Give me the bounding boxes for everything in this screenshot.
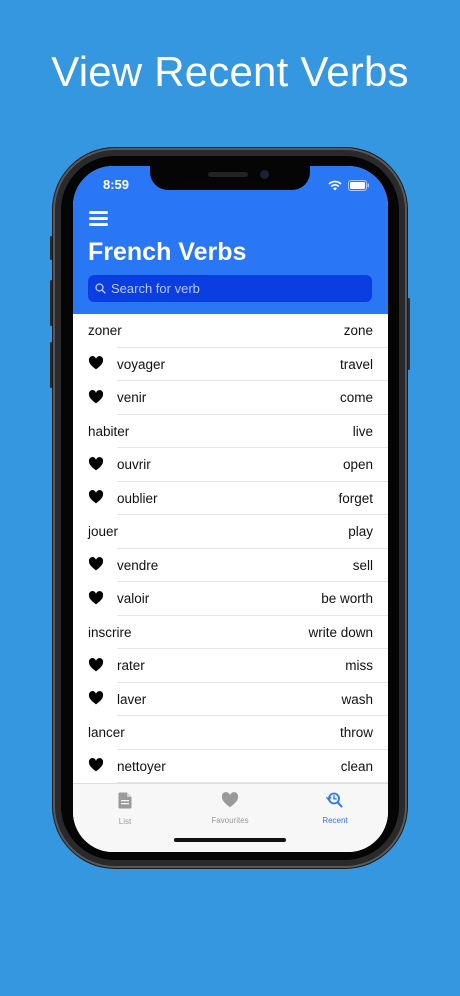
verb-row-left: nettoyer (88, 758, 166, 774)
verb-french: lancer (88, 725, 125, 741)
hamburger-menu-icon[interactable] (89, 211, 108, 226)
verb-row-left: laver (88, 691, 146, 707)
verb-french: ouvrir (117, 457, 151, 473)
favourite-heart-icon[interactable] (88, 758, 106, 774)
verb-row[interactable]: ouvrir open (73, 448, 388, 482)
verb-english: sell (352, 557, 373, 573)
verb-row-left: zoner (88, 323, 122, 338)
favourite-heart-icon[interactable] (88, 490, 106, 506)
favourite-heart-icon[interactable] (88, 557, 106, 573)
verb-row[interactable]: habiter live (73, 415, 388, 449)
verb-row[interactable]: valoir be worth (73, 582, 388, 616)
home-indicator[interactable] (174, 838, 286, 842)
verb-row[interactable]: venir come (73, 381, 388, 415)
verb-row[interactable]: nettoyer clean (73, 750, 388, 784)
verb-row[interactable]: zoner zone (73, 314, 388, 348)
verb-row[interactable]: rater miss (73, 649, 388, 683)
verb-row-left: venir (88, 389, 147, 406)
verb-french: voyager (117, 356, 166, 372)
app-header: 8:59 French Verbs (73, 166, 388, 314)
favourite-heart-icon[interactable] (88, 657, 106, 674)
verb-french: vendre (117, 557, 159, 573)
tab-label-recent: Recent (322, 816, 348, 825)
verb-french: laver (117, 691, 147, 707)
verb-english: clean (340, 758, 373, 774)
tab-label-list: List (118, 817, 132, 826)
heart-icon (221, 792, 239, 812)
verb-row-left: voyager (88, 356, 165, 372)
front-camera (260, 170, 269, 179)
verb-row[interactable]: vendre sell (73, 549, 388, 583)
verb-list: zoner zone voyager travel venir come habiter li… (73, 314, 388, 783)
document-icon (118, 792, 132, 813)
verb-french: oublier (117, 490, 158, 506)
verb-row[interactable]: laver wash (73, 683, 388, 717)
verb-row-left: oublier (88, 490, 158, 506)
verb-french: valoir (117, 591, 150, 607)
verb-row-left: vendre (88, 557, 158, 573)
page-title: French Verbs (88, 238, 247, 266)
tab-favourites[interactable]: Favourites (185, 792, 275, 825)
verb-row-left: lancer (88, 725, 125, 740)
favourite-heart-icon[interactable] (88, 389, 106, 406)
verb-row-left: rater (88, 657, 145, 674)
verb-english: zone (343, 323, 373, 339)
verb-english: live (352, 423, 373, 439)
verb-row[interactable]: voyager travel (73, 348, 388, 382)
verb-english: wash (341, 691, 373, 707)
phone-screen: 8:59 French Verbs Search for verb zoner … (73, 166, 388, 852)
verb-english: miss (345, 658, 373, 674)
verb-row-left: ouvrir (88, 456, 151, 473)
search-icon (95, 283, 106, 294)
speaker (208, 172, 248, 177)
status-icons (328, 178, 370, 196)
verb-row[interactable]: inscrire write down (73, 616, 388, 650)
search-bar[interactable] (88, 275, 372, 302)
favourite-heart-icon[interactable] (88, 691, 106, 707)
verb-french: inscrire (88, 624, 132, 640)
tab-list[interactable]: List (80, 792, 170, 826)
favourite-heart-icon[interactable] (88, 356, 106, 372)
notch (150, 166, 310, 190)
status-time: 8:59 (103, 177, 130, 192)
verb-english: come (339, 390, 373, 406)
verb-row-left: jouer (88, 524, 118, 539)
verb-row[interactable]: jouer play (73, 515, 388, 549)
verb-english: forget (338, 490, 373, 506)
verb-english: play (348, 524, 373, 540)
tab-label-favourites: Favourites (211, 816, 249, 825)
favourite-heart-icon[interactable] (88, 590, 106, 607)
verb-english: write down (308, 624, 373, 640)
battery-icon (348, 178, 370, 196)
verb-row-left: habiter (88, 424, 129, 439)
verb-english: throw (339, 725, 373, 741)
search-input[interactable] (111, 281, 351, 296)
verb-row[interactable]: oublier forget (73, 482, 388, 516)
verb-french: jouer (88, 524, 119, 540)
verb-row-left: valoir (88, 590, 150, 607)
verb-english: open (342, 457, 373, 473)
verb-row[interactable]: lancer throw (73, 716, 388, 750)
verb-french: zoner (88, 323, 122, 339)
tab-bar: List Favourites Recent (73, 783, 388, 852)
verb-french: venir (117, 390, 147, 406)
power-button (407, 298, 410, 370)
verb-row-left: inscrire (88, 625, 132, 640)
search-recent-icon (326, 792, 344, 812)
verb-english: travel (339, 356, 373, 372)
wifi-icon (328, 178, 342, 196)
tab-recent[interactable]: Recent (290, 792, 380, 825)
verb-french: habiter (88, 423, 130, 439)
verb-french: rater (117, 658, 145, 674)
verb-french: nettoyer (117, 758, 166, 774)
verb-english: be worth (321, 591, 373, 607)
favourite-heart-icon[interactable] (88, 456, 106, 473)
marketing-headline: View Recent Verbs (51, 48, 409, 95)
